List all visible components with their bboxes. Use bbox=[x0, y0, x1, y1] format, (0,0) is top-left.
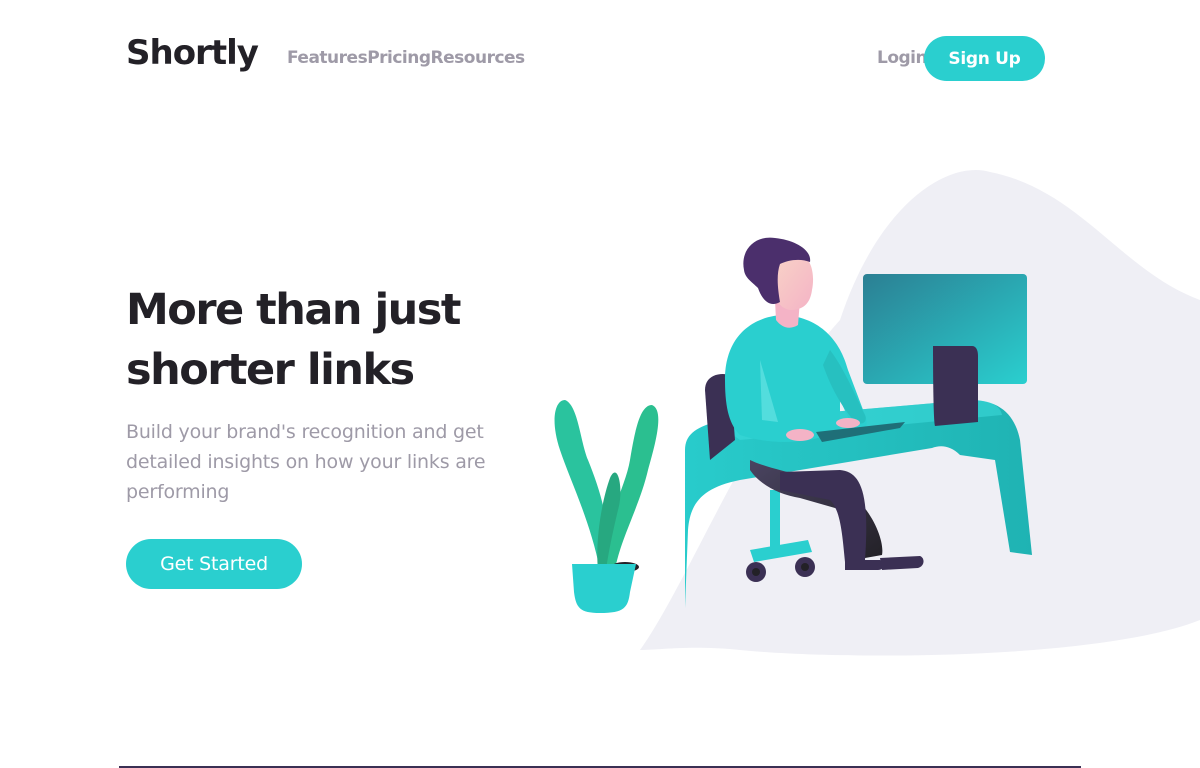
hero-title: More than just shorter links bbox=[126, 285, 461, 395]
hero-subtitle: Build your brand's recognition and get d… bbox=[126, 421, 486, 503]
nav-link-features[interactable]: Features bbox=[287, 46, 368, 70]
person-working-illustration bbox=[554, 169, 1200, 656]
main-nav: Features Pricing Resources bbox=[287, 46, 525, 70]
landing-page: Shortly Features Pricing Resources Login… bbox=[0, 0, 1200, 768]
logo[interactable]: Shortly bbox=[126, 31, 259, 75]
nav-link-resources[interactable]: Resources bbox=[431, 46, 526, 70]
plant-icon bbox=[554, 400, 659, 613]
nav-link-pricing[interactable]: Pricing bbox=[367, 46, 431, 70]
login-link[interactable]: Login bbox=[877, 46, 928, 70]
get-started-button[interactable]: Get Started bbox=[126, 539, 302, 589]
sign-up-button[interactable]: Sign Up bbox=[924, 36, 1045, 81]
